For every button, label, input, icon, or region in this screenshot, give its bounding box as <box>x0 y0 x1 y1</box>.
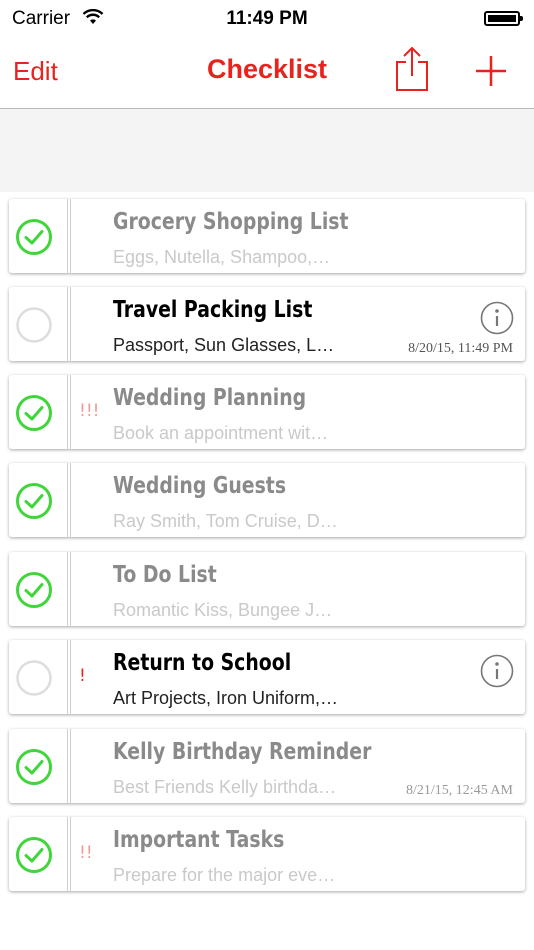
checked-circle-icon[interactable] <box>15 571 53 609</box>
info-icon[interactable] <box>480 654 514 688</box>
row-divider <box>67 640 71 714</box>
list-title: Kelly Birthday Reminder <box>113 739 372 765</box>
unchecked-circle-icon[interactable] <box>15 659 53 697</box>
header-spacer <box>0 109 534 192</box>
checklist-row[interactable]: Kelly Birthday Reminder Best Friends Kell… <box>9 729 525 803</box>
reminder-date: 8/20/15, 11:49 PM <box>408 341 513 356</box>
list-title: To Do List <box>113 562 217 588</box>
list-preview: Romantic Kiss, Bungee J… <box>113 600 333 620</box>
list-title: Wedding Planning <box>113 385 307 411</box>
checklist-row[interactable]: ! Return to School Art Projects, Iron Unif… <box>9 640 525 714</box>
list-preview: Book an appointment wit… <box>113 423 329 443</box>
checked-circle-icon[interactable] <box>15 394 53 432</box>
row-divider <box>67 817 71 891</box>
list-preview: Best Friends Kelly birthda… <box>113 777 337 797</box>
plus-icon[interactable] <box>474 54 508 88</box>
list-title: Important Tasks <box>113 827 285 853</box>
list-preview: Ray Smith, Tom Cruise, D… <box>113 511 338 531</box>
checklist-row[interactable]: To Do List Romantic Kiss, Bungee J… <box>9 552 525 626</box>
list-preview: Passport, Sun Glasses, L… <box>113 335 335 355</box>
priority-marker: ! <box>79 666 86 686</box>
row-divider <box>67 199 71 273</box>
battery-icon <box>484 11 523 26</box>
checked-circle-icon[interactable] <box>15 482 53 520</box>
list-preview: Art Projects, Iron Uniform,… <box>113 688 339 708</box>
status-bar: Carrier 11:49 PM <box>0 0 534 36</box>
checklist-row[interactable]: Grocery Shopping List Eggs, Nutella, Sham… <box>9 199 525 273</box>
list-title: Travel Packing List <box>113 297 313 323</box>
reminder-date: 8/21/15, 12:45 AM <box>406 783 513 798</box>
row-divider <box>67 375 71 449</box>
page-title: Checklist <box>206 54 328 84</box>
row-divider <box>67 729 71 803</box>
priority-marker: !! <box>79 843 93 863</box>
share-icon[interactable] <box>394 46 430 92</box>
row-divider <box>67 552 71 626</box>
checklist-row[interactable]: Travel Packing List Passport, Sun Glasses… <box>9 287 525 361</box>
list-title: Grocery Shopping List <box>113 209 349 235</box>
info-icon[interactable] <box>480 301 514 335</box>
checked-circle-icon[interactable] <box>15 748 53 786</box>
checklist-row[interactable]: Wedding Guests Ray Smith, Tom Cruise, D… <box>9 463 525 537</box>
priority-marker: !!! <box>79 401 100 421</box>
checked-circle-icon[interactable] <box>15 218 53 256</box>
list-preview: Prepare for the major eve… <box>113 865 336 885</box>
list-title: Wedding Guests <box>113 473 287 499</box>
checklist-row[interactable]: !!! Wedding Planning Book an appointment w… <box>9 375 525 449</box>
row-divider <box>67 463 71 537</box>
checklist-row[interactable]: !! Important Tasks Prepare for the major e… <box>9 817 525 891</box>
list-title: Return to School <box>113 650 292 676</box>
status-time: 11:49 PM <box>226 8 308 29</box>
list-preview: Eggs, Nutella, Shampoo,… <box>113 247 331 267</box>
row-divider <box>67 287 71 361</box>
unchecked-circle-icon[interactable] <box>15 306 53 344</box>
checked-circle-icon[interactable] <box>15 836 53 874</box>
navigation-bar: Edit Checklist <box>0 36 534 109</box>
